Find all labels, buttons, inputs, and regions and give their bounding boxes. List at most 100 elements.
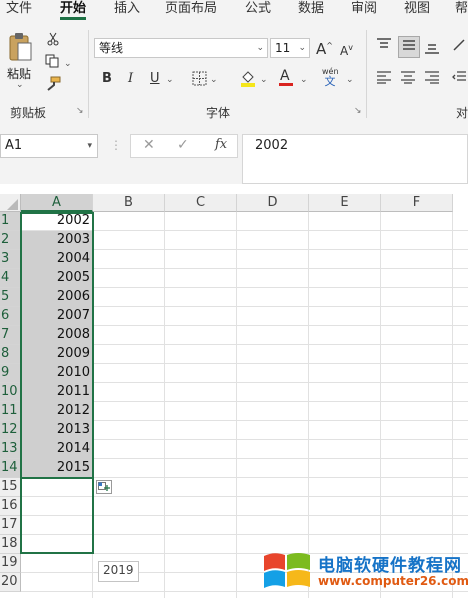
chevron-down-icon: ▾ — [87, 141, 92, 151]
column-header-e[interactable]: E — [309, 194, 381, 212]
font-size-select[interactable]: 11 ⌄ — [270, 38, 310, 58]
chevron-down-icon: ⌄ — [298, 43, 306, 53]
windows-logo-icon — [262, 550, 312, 595]
bold-button[interactable]: B — [102, 71, 112, 87]
insert-function-icon[interactable]: fx — [215, 137, 227, 152]
gridline-vertical — [236, 212, 237, 598]
tab-view[interactable]: 视图 — [404, 0, 430, 18]
active-tab-indicator — [60, 17, 86, 20]
shrink-font-icon: A — [340, 44, 349, 58]
row-header-19[interactable]: 19 — [0, 554, 21, 573]
copy-icon[interactable] — [44, 54, 60, 72]
clipboard-group-label: 剪贴板 — [10, 106, 47, 120]
select-all-button[interactable] — [0, 194, 21, 212]
row-header-4[interactable]: 4 — [0, 269, 21, 288]
row-header-1[interactable]: 1 — [0, 212, 21, 231]
drag-handle-icon[interactable]: ⋮ — [110, 138, 122, 152]
row-header-14[interactable]: 14 — [0, 459, 21, 478]
tab-review[interactable]: 审阅 — [351, 0, 377, 18]
italic-button[interactable]: I — [128, 71, 133, 87]
row-header-20[interactable]: 20 — [0, 573, 21, 592]
fill-range-border — [20, 477, 94, 554]
paste-dropdown-icon[interactable]: ⌄ — [16, 80, 24, 90]
chevron-down-icon: ⌄ — [256, 43, 264, 53]
font-color-swatch — [279, 83, 293, 86]
font-color-dropdown-icon[interactable]: ⌄ — [300, 72, 308, 88]
row-header-2[interactable]: 2 — [0, 231, 21, 250]
row-header-10[interactable]: 10 — [0, 383, 21, 402]
font-launcher-icon[interactable]: ↘ — [354, 106, 362, 116]
align-middle-icon[interactable] — [398, 36, 420, 58]
align-center-icon[interactable] — [400, 70, 416, 88]
row-header-8[interactable]: 8 — [0, 345, 21, 364]
format-painter-icon[interactable] — [44, 76, 62, 96]
font-color-button[interactable]: A — [279, 68, 293, 86]
grow-font-button[interactable]: A^ — [316, 38, 333, 57]
phonetic-bottom: 文 — [324, 75, 336, 88]
group-divider — [88, 30, 89, 118]
row-header-6[interactable]: 6 — [0, 307, 21, 326]
tab-page-layout[interactable]: 页面布局 — [165, 0, 217, 18]
row-header-17[interactable]: 17 — [0, 516, 21, 535]
tab-file[interactable]: 文件 — [6, 0, 32, 18]
column-header-f[interactable]: F — [381, 194, 453, 212]
name-box[interactable]: A1 ▾ — [0, 134, 98, 158]
align-right-icon[interactable] — [424, 70, 440, 88]
align-top-icon[interactable] — [376, 38, 392, 56]
gridline-vertical — [380, 212, 381, 598]
row-header-11[interactable]: 11 — [0, 402, 21, 421]
tab-data[interactable]: 数据 — [298, 0, 324, 18]
copy-dropdown-icon[interactable]: ⌄ — [64, 56, 72, 72]
row-header-7[interactable]: 7 — [0, 326, 21, 345]
tab-home[interactable]: 开始 — [60, 0, 86, 18]
selection-border — [20, 212, 94, 479]
decrease-indent-icon[interactable] — [452, 70, 466, 88]
gridline-vertical — [164, 212, 165, 598]
font-color-icon: A — [280, 68, 290, 84]
formula-input[interactable]: 2002 — [242, 134, 468, 184]
row-header-3[interactable]: 3 — [0, 250, 21, 269]
formula-value: 2002 — [255, 138, 289, 153]
clipboard-launcher-icon[interactable]: ↘ — [76, 106, 84, 116]
confirm-icon[interactable]: ✓ — [177, 137, 189, 153]
fill-color-dropdown-icon[interactable]: ⌄ — [260, 72, 268, 88]
underline-button[interactable]: U — [150, 71, 160, 87]
borders-icon[interactable] — [192, 71, 207, 90]
paste-button[interactable]: 粘贴 ⌄ — [6, 32, 34, 90]
cut-icon[interactable] — [46, 32, 60, 50]
fill-color-icon[interactable] — [240, 69, 256, 91]
tab-help[interactable]: 帮 — [455, 0, 468, 18]
borders-dropdown-icon[interactable]: ⌄ — [210, 72, 218, 88]
row-header-15[interactable]: 15 — [0, 478, 21, 497]
column-header-a[interactable]: A — [21, 194, 93, 212]
align-bottom-icon[interactable] — [424, 40, 440, 58]
name-box-value: A1 — [5, 138, 23, 153]
watermark-url: www.computer26.com — [318, 574, 468, 588]
underline-dropdown-icon[interactable]: ⌄ — [166, 72, 174, 88]
align-left-icon[interactable] — [376, 70, 392, 88]
row-header-5[interactable]: 5 — [0, 288, 21, 307]
group-divider — [366, 30, 367, 118]
row-header-9[interactable]: 9 — [0, 364, 21, 383]
tab-formulas[interactable]: 公式 — [245, 0, 271, 18]
row-header-12[interactable]: 12 — [0, 421, 21, 440]
row-header-13[interactable]: 13 — [0, 440, 21, 459]
column-header-d[interactable]: D — [237, 194, 309, 212]
tab-insert[interactable]: 插入 — [114, 0, 140, 18]
formula-buttons: ✕ ✓ fx — [130, 134, 238, 158]
ribbon: 文件 开始 插入 页面布局 公式 数据 审阅 视图 帮 粘贴 ⌄ ⌄ 剪贴板 ↘… — [0, 0, 468, 122]
cancel-icon[interactable]: ✕ — [143, 137, 155, 153]
phonetic-guide-button[interactable]: wén 文 — [322, 67, 339, 88]
grow-font-icon: A — [316, 40, 327, 58]
row-header-16[interactable]: 16 — [0, 497, 21, 516]
font-name-select[interactable]: 等线 ⌄ — [94, 38, 268, 58]
phonetic-dropdown-icon[interactable]: ⌄ — [346, 72, 354, 88]
column-header-b[interactable]: B — [93, 194, 165, 212]
orientation-icon[interactable] — [452, 38, 466, 56]
watermark: 电脑软硬件教程网 www.computer26.com — [262, 548, 468, 598]
row-header-18[interactable]: 18 — [0, 535, 21, 554]
auto-fill-options-icon[interactable] — [96, 480, 112, 494]
fill-value-tooltip: 2019 — [98, 561, 139, 582]
shrink-font-button[interactable]: Av — [340, 40, 353, 59]
column-header-c[interactable]: C — [165, 194, 237, 212]
